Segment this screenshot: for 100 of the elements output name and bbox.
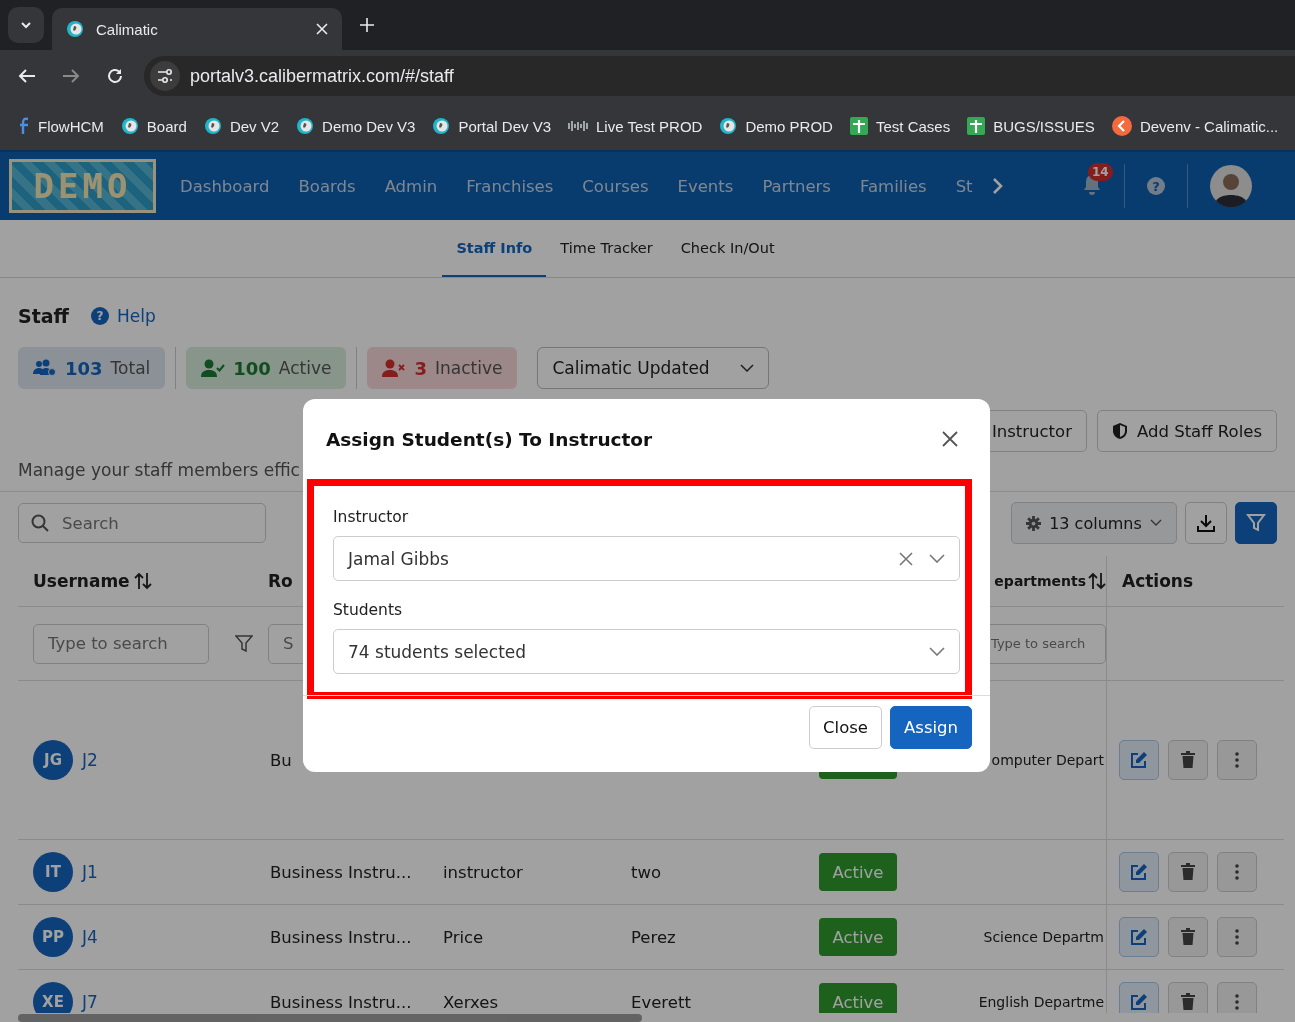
more-button[interactable]	[1217, 852, 1257, 892]
column-header[interactable]: Username	[33, 556, 268, 606]
delete-button[interactable]	[1168, 852, 1208, 892]
status-badge: Active	[819, 853, 897, 891]
users-icon	[33, 359, 57, 377]
delete-button[interactable]	[1168, 982, 1208, 1013]
search-icon	[31, 514, 49, 532]
page-tab[interactable]: Check In/Out	[666, 220, 789, 277]
edit-button[interactable]	[1119, 982, 1159, 1013]
bookmark[interactable]: BUGS/ISSUES	[967, 117, 1095, 135]
chevron-down-icon	[929, 647, 945, 656]
bookmark[interactable]: Live Test PROD	[568, 117, 703, 135]
horizontal-scrollbar[interactable]	[18, 1014, 642, 1022]
user-avatar[interactable]	[1210, 165, 1252, 207]
chevron-circle-icon	[1111, 116, 1132, 136]
delete-button[interactable]	[1168, 740, 1208, 780]
chevron-down-icon	[1149, 519, 1162, 527]
filter-icon[interactable]	[235, 634, 253, 653]
address-bar[interactable]: portalv3.calibermatrix.com/#/staff	[144, 56, 1295, 96]
select-field[interactable]: 74 students selected	[333, 629, 960, 674]
shield-icon	[1112, 422, 1128, 440]
edit-button[interactable]	[1119, 917, 1159, 957]
chevron-down-icon	[20, 19, 32, 31]
username-link[interactable]: J7	[82, 992, 98, 1012]
dialog-title: Assign Student(s) To Instructor	[326, 428, 653, 450]
filter-button[interactable]	[1235, 502, 1277, 544]
column-header[interactable]: Actions	[1106, 556, 1269, 606]
search-field[interactable]: Search	[18, 503, 266, 543]
table-cell: instructor	[443, 862, 523, 882]
download-icon	[1197, 514, 1215, 532]
forward-icon[interactable]	[62, 68, 80, 84]
username-link[interactable]: J2	[82, 750, 98, 770]
column-filter-field[interactable]: Type to search	[33, 623, 209, 664]
bookmark[interactable]: Demo Dev V3	[296, 117, 416, 135]
waveform-icon	[568, 119, 588, 133]
reload-icon[interactable]	[106, 67, 124, 85]
bookmark[interactable]: FlowHCM	[18, 117, 104, 135]
kebab-icon	[1235, 929, 1239, 945]
edit-icon	[1130, 751, 1148, 769]
plus-icon[interactable]	[360, 18, 374, 32]
close-icon[interactable]	[942, 431, 958, 447]
user-initials-avatar: JG	[33, 740, 73, 780]
kebab-icon	[1235, 864, 1239, 880]
sort-icon[interactable]	[1088, 572, 1106, 590]
globe-icon	[432, 117, 451, 135]
table-cell: Business Instru...	[270, 992, 412, 1012]
globe-icon	[120, 117, 139, 135]
trash-icon	[1180, 863, 1196, 881]
delete-button[interactable]	[1168, 917, 1208, 957]
bookmark[interactable]: Portal Dev V3	[432, 117, 551, 135]
chevron-down-icon	[740, 364, 755, 372]
kebab-icon	[1235, 752, 1239, 768]
organization-select[interactable]: Calimatic Updated	[537, 347, 770, 389]
columns-button[interactable]: 13 columns	[1011, 502, 1177, 544]
bookmark[interactable]: Dev V2	[203, 117, 280, 135]
stat-pill[interactable]: 103 Total	[18, 347, 166, 389]
table-cell: two	[631, 862, 662, 882]
more-button[interactable]	[1217, 740, 1257, 780]
username-link[interactable]: J4	[82, 927, 98, 947]
clear-icon[interactable]	[899, 551, 913, 566]
letter-f-icon	[18, 117, 30, 135]
table-cell: Science Departm	[983, 929, 1104, 945]
status-badge: Active	[819, 983, 897, 1013]
bookmark[interactable]: Board	[120, 117, 187, 135]
download-button[interactable]	[1185, 502, 1227, 544]
more-button[interactable]	[1217, 917, 1257, 957]
edit-button[interactable]	[1119, 852, 1159, 892]
stat-pill[interactable]: 100 Active	[186, 347, 347, 389]
bookmark[interactable]: Test Cases	[849, 117, 951, 135]
globe-icon	[66, 20, 84, 38]
user-initials-avatar: XE	[33, 982, 73, 1013]
globe-icon	[296, 117, 315, 135]
field-label: Students	[333, 601, 404, 619]
edit-button[interactable]	[1119, 740, 1159, 780]
field-label: Instructor	[333, 508, 410, 526]
site-settings-icon[interactable]	[156, 68, 174, 84]
trash-icon	[1180, 993, 1196, 1011]
browser-tab[interactable]: Calimatic	[52, 8, 342, 50]
back-icon[interactable]	[18, 68, 36, 84]
username-link[interactable]: J1	[82, 862, 98, 882]
edit-icon	[1130, 928, 1148, 946]
page-tab[interactable]: Time Tracker	[546, 220, 667, 277]
primary-button[interactable]: Assign	[890, 706, 972, 749]
globe-icon	[203, 117, 222, 135]
page-tab[interactable]: Staff Info	[442, 220, 547, 277]
bookmark[interactable]: Devenv - Calimatic...	[1111, 116, 1279, 136]
table-cell: Bu	[270, 750, 292, 770]
secondary-button[interactable]: Close	[809, 706, 882, 749]
add-staff-roles-button[interactable]: Add Staff Roles	[1097, 410, 1277, 452]
gear-icon	[1026, 515, 1042, 531]
help-link[interactable]: ? Help	[91, 306, 156, 326]
chevron-down-icon	[929, 554, 945, 563]
chevron-right-icon[interactable]	[992, 177, 1004, 195]
sort-icon[interactable]	[133, 572, 152, 590]
table-cell: English Departme	[978, 994, 1104, 1010]
more-button[interactable]	[1217, 982, 1257, 1013]
kebab-icon	[1235, 994, 1239, 1010]
bookmark[interactable]: Demo PROD	[719, 117, 833, 135]
url-text: portalv3.calibermatrix.com/#/staff	[190, 65, 454, 87]
select-field[interactable]: Jamal Gibbs	[333, 536, 960, 581]
